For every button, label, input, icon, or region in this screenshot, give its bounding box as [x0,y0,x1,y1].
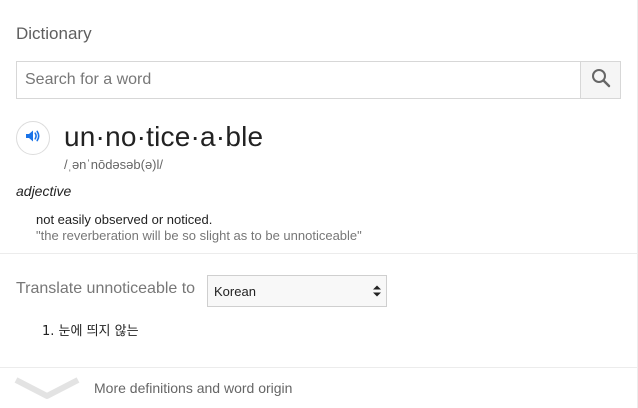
headword: un·no·tice·a·ble [64,121,264,152]
translate-label: Translate unnoticeable to [16,280,196,297]
more-definitions-label: More definitions and word origin [94,380,293,396]
chevron-down-icon [14,376,80,400]
search-box [16,61,621,99]
select-arrows-icon [372,284,382,298]
language-select[interactable]: Korean [207,275,387,307]
search-icon [591,68,611,93]
translation-result: 1. 눈에 띄지 않는 [42,324,139,339]
section-divider [0,253,638,254]
definition-text: not easily observed or noticed. [36,212,213,227]
pronunciation-button[interactable] [16,121,50,155]
dictionary-card: Dictionary un·no·tice·a·ble /ˌənˈnōdəsəb… [0,0,638,408]
phonetic-spelling: /ˌənˈnōdəsəb(ə)l/ [64,157,163,172]
search-button[interactable] [580,62,620,98]
part-of-speech: adjective [16,183,72,199]
panel-title: Dictionary [16,24,92,43]
speaker-icon [24,127,42,150]
language-select-value: Korean [214,284,256,299]
search-input[interactable] [17,62,582,98]
more-definitions-button[interactable]: More definitions and word origin [0,368,638,408]
example-sentence: "the reverberation will be so slight as … [36,228,362,243]
